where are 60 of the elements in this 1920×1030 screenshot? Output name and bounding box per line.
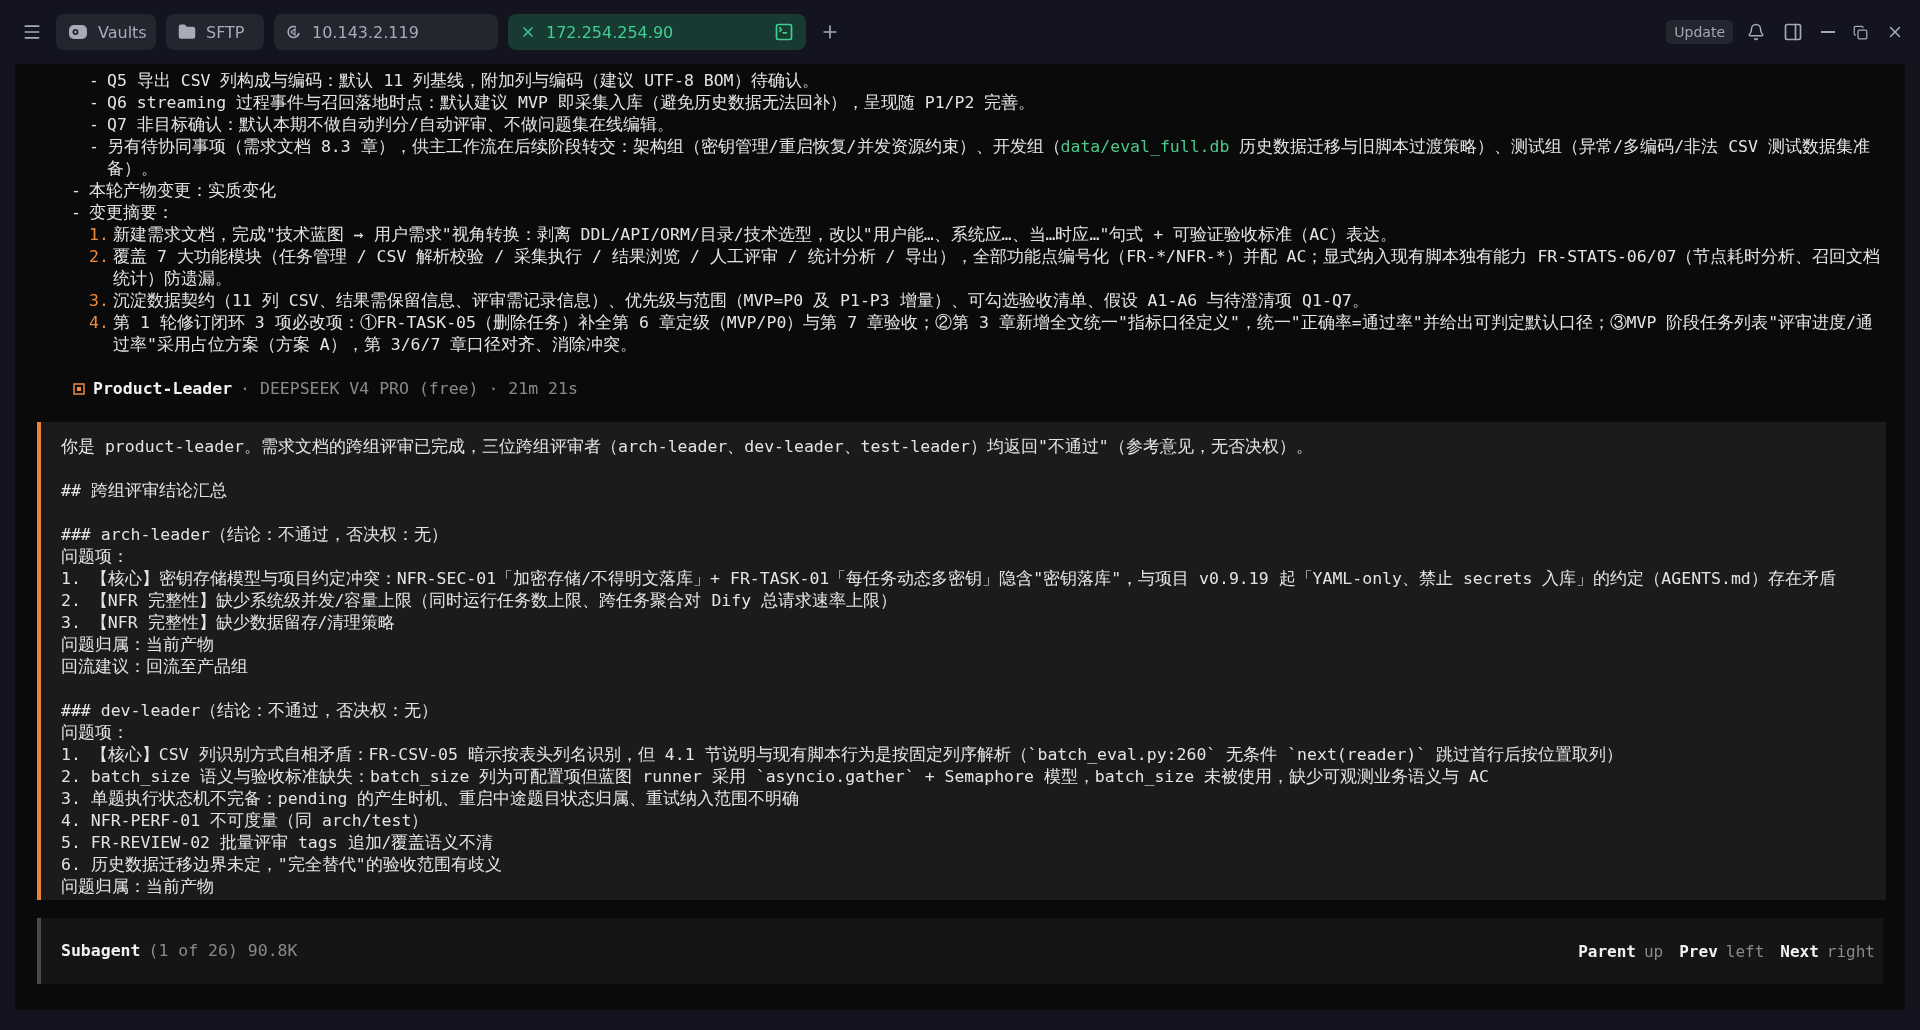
prompt-line: ## 跨组评审结论汇总 (61, 480, 228, 502)
output-line: 沉淀数据契约（11 列 CSV、结果需保留信息、评审需记录信息）、优先级与范围（MVP=P0 及 P1-P3 增量）、可勾选验收清单、假设 A1-A6 与待澄清项 Q1-Q7。 (113, 290, 1370, 312)
list-number: 4. (89, 312, 110, 334)
output-line: 变更摘要： (89, 202, 175, 224)
folder-icon (178, 23, 196, 41)
agent-name: Product-Leader (93, 378, 233, 400)
prompt-line: 6. 历史数据迁移边界未定，"完全替代"的验收范围有歧义 (61, 854, 503, 876)
terminal-icon (774, 22, 794, 42)
nav-shortcut[interactable]: Prev left (1679, 941, 1765, 961)
tab[interactable]: 10.143.2.119 (274, 14, 498, 50)
list-number: 3. (89, 290, 110, 312)
prompt-line: ### dev-leader（结论：不通过，否决权：无） (61, 700, 440, 722)
prompt-line: 1. 【核心】密钥存储模型与项目约定冲突：NFR-SEC-01「加密存储/不得明文落库」+ FR-TASK-01「每任务动态多密钥」隐含"密钥落库"，与项目 v0.9.19 起「YAML-only、禁止 secrets 入库」的约定（AGENTS.md）存在矛盾 (61, 568, 1837, 590)
bullet-marker: - (71, 202, 82, 224)
prompt-line: 3. 单题执行状态机不完备：pending 的产生时机、重启中途题目状态归属、重试纳入范围不明确 (61, 788, 801, 810)
bullet-marker: - (89, 114, 100, 136)
subagent-title: Subagent (61, 940, 141, 962)
output-line: 第 1 轮修订闭环 3 项必改项：①FR-TASK-05（删除任务）补全第 6 章定级（MVP/P0）与第 7 章验收；②第 3 章新增全文统一"指标口径定义"，统一"正确率=通过率"并给出可判定默认口径；③MVP 阶段任务列表"评审进度/通过率"采用占位方案（方案 A），第 3/6/7 章口径对齐、消除冲突。 (113, 312, 1875, 356)
prompt-line: 4. NFR-PERF-01 不可度量（同 arch/test） (61, 810, 430, 832)
subagent-info: (1 of 26) 90.8K (148, 940, 298, 962)
prompt-line: 5. FR-REVIEW-02 批量评审 tags 追加/覆盖语义不清 (61, 832, 495, 854)
prompt-line: 2. batch_size 语义与验收标准缺失：batch_size 列为可配置项但蓝图 runner 采用 `asyncio.gather` + Semaphore 模型，batch_size 未被使用，缺少可观测业务语义与 AC (61, 766, 1490, 788)
prompt-line: 问题归属：当前产物 (61, 634, 215, 656)
bullet-marker: - (89, 70, 100, 92)
output-line: 另有待协同事项（需求文档 8.3 章），供主工作流在后续阶段转交：架构组（密钥管理/重启恢复/并发资源约束）、开发组（data/eval_full.db 历史数据迁移与旧脚本过渡策略）、测试组（异常/多编码/非法 CSV 测试数据集准备）。 (107, 136, 1871, 180)
menu-icon (22, 22, 42, 42)
output-line: Q5 导出 CSV 列构成与编码：默认 11 列基线，附加列与编码（建议 UTF-8 BOM）待确认。 (107, 70, 820, 92)
loading-arc-icon (286, 24, 302, 40)
restore-icon (1853, 24, 1868, 40)
nav-shortcut[interactable]: Parent up (1578, 941, 1664, 961)
prompt-line: ### arch-leader（结论：不通过，否决权：无） (61, 524, 449, 546)
update-button[interactable]: Update (1666, 20, 1733, 44)
tab[interactable]: Vaults (56, 14, 156, 50)
agent-meta: · DEEPSEEK V4 PRO (free) · 21m 21s (240, 378, 578, 400)
agent-status-icon (73, 383, 85, 395)
tab[interactable]: 172.254.254.90 (508, 14, 806, 50)
list-number: 2. (89, 246, 110, 268)
prompt-line: 问题项： (61, 722, 130, 744)
side-panel-icon (1783, 22, 1803, 42)
prompt-line: 你是 product-leader。需求文档的跨组评审已完成，三位跨组评审者（arch-leader、dev-leader、test-leader）均返回"不通过"（参考意见，无否决权）。 (61, 436, 1314, 458)
output-line: Q7 非目标确认：默认本期不做自动判分/自动评审、不做问题集在线编辑。 (107, 114, 675, 136)
vault-icon (68, 23, 88, 41)
output-line: Q6 streaming 过程事件与召回落地时点：默认建议 MVP 即采集入库（避免历史数据无法回补），呈现随 P1/P2 完善。 (107, 92, 1037, 114)
nav-shortcut[interactable]: Next right (1780, 941, 1875, 961)
bullet-marker: - (71, 180, 82, 202)
prompt-line: 2. 【NFR 完整性】缺少系统级并发/容量上限（同时运行任务数上限、跨任务聚合对 Dify 总请求速率上限） (61, 590, 899, 612)
output-line: 新建需求文档，完成"技术蓝图 → 用户需求"视角转换：剥离 DDL/API/ORM/目录/技术选型，改以"用户能…、系统应…、当…时应…"句式 + 可验证验收标准（AC）表达。 (113, 224, 1398, 246)
prompt-line: 回流建议：回流至产品组 (61, 656, 249, 678)
bell-icon (1747, 23, 1765, 41)
minimize-icon (1821, 31, 1835, 33)
prompt-line: 问题项： (61, 546, 130, 568)
tab[interactable]: SFTP (166, 14, 264, 50)
prompt-line: 3. 【NFR 完整性】缺少数据留存/清理策略 (61, 612, 397, 634)
list-number: 1. (89, 224, 110, 246)
prompt-line: 问题归属：当前产物 (61, 876, 215, 898)
bullet-marker: - (89, 136, 100, 158)
bullet-marker: - (89, 92, 100, 114)
output-line: 覆盖 7 大功能模块（任务管理 / CSV 解析校验 / 采集执行 / 结果浏览 / 人工评审 / 统计分析 / 导出），全部功能点编号化（FR-*/NFR-*）并配 AC；显式纳入现有脚本独有能力 FR-STATS-06/07（节点耗时分析、召回文档统计）防遗漏。 (113, 246, 1882, 290)
output-line: 本轮产物变更：实质变化 (89, 180, 277, 202)
prompt-line: 1. 【核心】CSV 列识别方式自相矛盾：FR-CSV-05 暗示按表头列名识别，但 4.1 节说明与现有脚本行为是按固定列序解析（`batch_eval.py:260` 无条件 `next(reader)` 跳过首行后按位置取列） (61, 744, 1625, 766)
